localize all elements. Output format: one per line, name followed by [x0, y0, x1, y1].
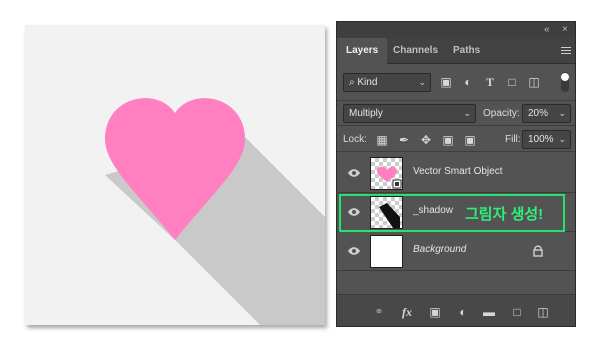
filter-row: ⌕ Kind ⌄ ▣ ◐ T □ ◫	[337, 65, 575, 101]
fx-icon[interactable]: fx	[399, 304, 415, 320]
lock-transparent-pixels-icon[interactable]: ▦	[375, 133, 389, 147]
visibility-eye-icon[interactable]	[347, 207, 361, 217]
kind-filter-label: Kind	[357, 77, 378, 88]
adjustment-layer-icon[interactable]: ◐	[455, 304, 471, 320]
layer-row-background[interactable]: Background	[337, 232, 575, 271]
lock-artboard-icon[interactable]: ▣	[441, 133, 455, 147]
panel-menu-icon[interactable]	[561, 47, 571, 56]
tab-paths[interactable]: Paths	[444, 38, 489, 64]
image-filter-icon[interactable]: ▣	[439, 75, 453, 89]
layer-thumbnail-heart[interactable]	[370, 157, 403, 190]
layer-name: Vector Smart Object	[413, 166, 503, 177]
lock-row: Lock: ▦ ✒ ✥ ▣ ▣ Fill: 100% ⌄	[337, 126, 575, 152]
group-folder-icon[interactable]: ▬	[481, 304, 497, 320]
layers-panel: « × Layers Channels Paths ⌕ Kind ⌄ ▣ ◐ T…	[336, 21, 576, 327]
panel-tabs: Layers Channels Paths	[337, 38, 575, 64]
fill-value: 100%	[528, 134, 554, 145]
panel-bottom-bar: ⚭ fx ▣ ◐ ▬ □ ◫	[337, 294, 575, 326]
opacity-label: Opacity:	[483, 108, 520, 119]
blend-row: Multiply ⌄ Opacity: 20% ⌄	[337, 101, 575, 126]
new-layer-icon[interactable]: □	[509, 304, 525, 320]
fill-field[interactable]: 100% ⌄	[522, 130, 571, 149]
shape-filter-icon[interactable]: □	[505, 75, 519, 89]
layer-thumbnail-white[interactable]	[370, 235, 403, 268]
filter-toggle-icon[interactable]	[561, 72, 569, 92]
chevron-down-icon: ⌄	[558, 134, 566, 144]
annotation-text: 그림자 생성!	[465, 206, 544, 223]
blend-mode-value: Multiply	[349, 108, 383, 119]
visibility-eye-icon[interactable]	[347, 168, 361, 178]
mask-icon[interactable]: ▣	[427, 304, 443, 320]
document-canvas[interactable]	[25, 25, 325, 325]
link-layers-icon[interactable]: ⚭	[371, 304, 387, 320]
layer-name: _shadow	[413, 205, 454, 216]
artwork	[104, 98, 325, 325]
lock-all-icon[interactable]: ▣	[463, 133, 477, 147]
panel-title-bar: « ×	[337, 22, 575, 38]
layer-name: Background	[413, 244, 467, 255]
lock-icon	[533, 245, 543, 257]
tab-channels[interactable]: Channels	[384, 38, 447, 64]
search-icon: ⌕	[349, 77, 355, 88]
close-panel-button[interactable]: ×	[562, 23, 568, 37]
visibility-eye-icon[interactable]	[347, 246, 361, 256]
layers-list: Vector Smart Object _shadow 그림자 생성! Back…	[337, 152, 575, 294]
adjustment-filter-icon[interactable]: ◐	[461, 75, 475, 89]
trash-icon[interactable]: ◫	[535, 304, 551, 320]
smart-object-filter-icon[interactable]: ◫	[527, 75, 541, 89]
opacity-field[interactable]: 20% ⌄	[522, 104, 571, 123]
lock-label: Lock:	[343, 134, 367, 145]
layer-row-shadow[interactable]: _shadow 그림자 생성!	[337, 193, 575, 232]
lock-image-pixels-icon[interactable]: ✒	[397, 133, 411, 147]
layer-thumbnail-shadow[interactable]	[370, 196, 403, 229]
chevron-down-icon: ⌄	[418, 77, 426, 87]
tab-layers[interactable]: Layers	[337, 38, 388, 64]
type-filter-icon[interactable]: T	[483, 75, 497, 89]
lock-position-icon[interactable]: ✥	[419, 133, 433, 147]
blend-mode-select[interactable]: Multiply ⌄	[343, 104, 476, 123]
chevron-down-icon: ⌄	[463, 108, 471, 118]
collapse-panel-button[interactable]: «	[544, 23, 550, 37]
opacity-value: 20%	[528, 108, 549, 119]
fill-label: Fill:	[505, 134, 521, 145]
chevron-down-icon: ⌄	[558, 108, 566, 118]
layer-row-vector-smart-object[interactable]: Vector Smart Object	[337, 154, 575, 193]
kind-filter-select[interactable]: ⌕ Kind ⌄	[343, 73, 431, 92]
